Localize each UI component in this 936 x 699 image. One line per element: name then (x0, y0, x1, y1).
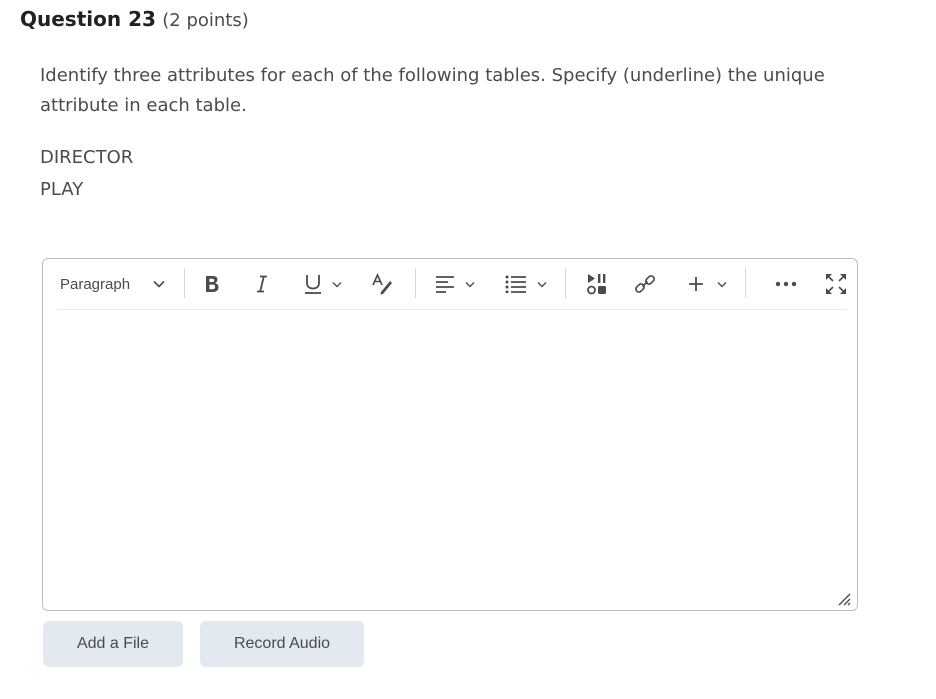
more-icon (775, 281, 797, 287)
editor-content-area[interactable] (57, 311, 847, 601)
insert-plus-icon (689, 277, 703, 291)
chevron-down-icon (717, 281, 727, 287)
add-file-button[interactable]: Add a File (43, 621, 183, 667)
chevron-down-icon (537, 281, 547, 287)
chevron-down-icon (465, 281, 475, 287)
list-icon (505, 275, 526, 293)
insert-link-button[interactable] (629, 268, 661, 300)
fullscreen-icon (826, 274, 846, 294)
bold-icon (206, 276, 219, 292)
insert-dropdown[interactable] (683, 268, 733, 300)
toolbar-divider (745, 268, 746, 298)
insert-media-button[interactable] (581, 268, 613, 300)
toolbar-divider (565, 268, 566, 298)
align-icon (436, 276, 454, 293)
question-page: Question 23 (2 points) Identify three at… (0, 0, 936, 699)
resize-handle-icon[interactable] (835, 590, 851, 606)
align-dropdown[interactable] (433, 268, 479, 300)
block-format-label: Paragraph (60, 275, 131, 293)
media-icon (587, 274, 606, 295)
underline-button[interactable] (297, 268, 353, 300)
table-name-director: DIRECTOR (40, 147, 134, 168)
toolbar-divider (184, 268, 185, 298)
text-style-button[interactable] (367, 268, 397, 300)
italic-button[interactable] (247, 268, 277, 300)
toolbar-divider (415, 268, 416, 298)
more-options-button[interactable] (771, 268, 801, 300)
question-title: Question 23 (20, 7, 156, 31)
question-header: Question 23 (2 points) (20, 5, 249, 35)
fullscreen-button[interactable] (821, 268, 851, 300)
chevron-down-icon (332, 281, 342, 287)
link-icon (635, 275, 655, 293)
question-points: (2 points) (162, 10, 249, 31)
question-text: Identify three attributes for each of th… (40, 65, 825, 116)
table-name-play: PLAY (40, 179, 84, 200)
italic-icon (257, 275, 267, 293)
text-style-icon (372, 273, 392, 295)
block-format-dropdown[interactable]: Paragraph (57, 268, 181, 300)
underline-icon (305, 275, 321, 294)
record-audio-button[interactable]: Record Audio (200, 621, 364, 667)
editor-toolbar: Paragraph (57, 259, 847, 310)
bold-button[interactable] (197, 268, 227, 300)
list-dropdown[interactable] (503, 268, 551, 300)
chevron-down-icon (153, 280, 165, 288)
rich-text-editor: Paragraph (42, 258, 858, 611)
